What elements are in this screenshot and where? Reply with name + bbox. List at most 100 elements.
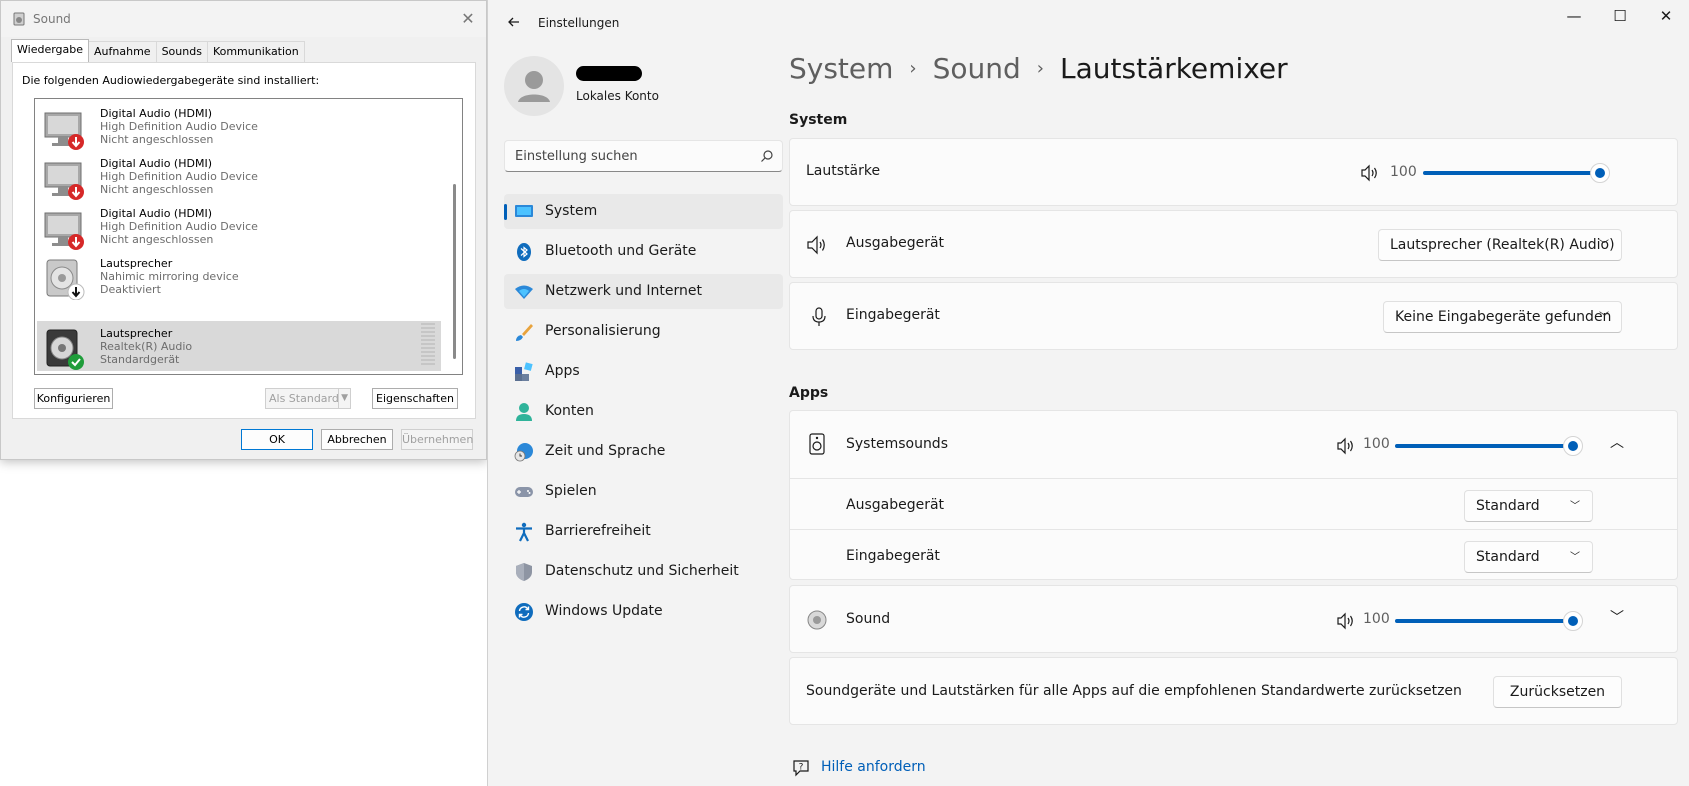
- help-link[interactable]: Hilfe anfordern: [821, 759, 926, 775]
- input-device-dropdown[interactable]: Keine Eingabegeräte gefunden ﹀: [1383, 301, 1622, 333]
- volume-slider-track[interactable]: [1423, 171, 1600, 175]
- sidebar-item-label: Konten: [545, 403, 594, 419]
- sidebar-item-accounts[interactable]: Konten: [504, 394, 783, 429]
- breadcrumb-sound[interactable]: Sound: [933, 52, 1021, 85]
- bluetooth-icon: [517, 243, 531, 261]
- scrollbar[interactable]: [453, 184, 456, 359]
- device-driver: High Definition Audio Device: [100, 220, 258, 233]
- chevron-down-icon: ﹀: [1599, 240, 1609, 251]
- device-name: Digital Audio (HDMI): [100, 107, 212, 120]
- sidebar-item-apps[interactable]: Apps: [504, 354, 783, 389]
- page-title: Lautstärkemixer: [1060, 52, 1288, 85]
- minimize-icon[interactable]: —: [1551, 4, 1597, 28]
- sound-app-slider-thumb[interactable]: [1563, 611, 1583, 631]
- volume-icon[interactable]: [1336, 437, 1356, 455]
- list-item[interactable]: Digital Audio (HDMI) High Definition Aud…: [37, 201, 441, 251]
- list-item[interactable]: Lautsprecher Realtek(R) Audio Standardge…: [37, 321, 441, 371]
- speaker-box-icon: [809, 433, 825, 455]
- sidebar-item-bluetooth[interactable]: Bluetooth und Geräte: [504, 234, 783, 269]
- list-item[interactable]: Lautsprecher Nahimic mirroring device De…: [37, 251, 441, 301]
- divider: [790, 529, 1677, 530]
- sidebar-item-label: Windows Update: [545, 603, 663, 619]
- sound-dialog: Sound ✕ Wiedergabe Aufnahme Sounds Kommu…: [0, 0, 487, 460]
- tab-kommunikation[interactable]: Kommunikation: [206, 41, 305, 62]
- speaker-app-icon: [807, 610, 827, 630]
- systemsounds-input-dropdown[interactable]: Standard ﹀: [1464, 541, 1593, 573]
- sidebar-item-system[interactable]: System: [504, 194, 783, 229]
- dialog-tabs: Wiedergabe Aufnahme Sounds Kommunikation: [11, 39, 305, 62]
- window-title: Einstellungen: [538, 16, 620, 30]
- sound-app-slider-track[interactable]: [1395, 619, 1573, 623]
- chevron-up-icon[interactable]: ︿: [1610, 432, 1624, 452]
- close-icon[interactable]: ✕: [1643, 4, 1689, 28]
- back-arrow-icon[interactable]: [504, 12, 524, 32]
- sidebar-item-gaming[interactable]: Spielen: [504, 474, 783, 509]
- sidebar-item-network[interactable]: Netzwerk und Internet: [504, 274, 783, 309]
- cancel-button[interactable]: Abbrechen: [321, 429, 393, 450]
- update-icon: [515, 603, 533, 621]
- volume-icon[interactable]: [1336, 612, 1356, 630]
- sidebar-item-label: Bluetooth und Geräte: [545, 243, 697, 259]
- search-icon[interactable]: [760, 149, 774, 163]
- output-device-label: Ausgabegerät: [846, 235, 945, 251]
- help-icon: ?: [793, 760, 809, 777]
- reset-button[interactable]: Zurücksetzen: [1493, 676, 1622, 708]
- sidebar-item-personalization[interactable]: Personalisierung: [504, 314, 783, 349]
- list-item[interactable]: Digital Audio (HDMI) High Definition Aud…: [37, 101, 441, 151]
- sidebar-item-label: Netzwerk und Internet: [545, 283, 702, 299]
- device-list[interactable]: Digital Audio (HDMI) High Definition Aud…: [34, 98, 463, 375]
- sidebar-item-privacy[interactable]: Datenschutz und Sicherheit: [504, 554, 783, 589]
- properties-button[interactable]: Eigenschaften: [372, 388, 458, 409]
- avatar[interactable]: [504, 56, 564, 116]
- chevron-down-icon[interactable]: ﹀: [1610, 607, 1624, 627]
- redacted-name: [576, 66, 642, 81]
- sidebar-item-windows-update[interactable]: Windows Update: [504, 594, 783, 629]
- svg-text:?: ?: [799, 763, 804, 773]
- set-default-button[interactable]: Als Standard ▼: [265, 388, 351, 409]
- section-title-apps: Apps: [789, 385, 829, 401]
- systemsounds-slider-track[interactable]: [1395, 444, 1573, 448]
- device-status: Standardgerät: [100, 353, 180, 366]
- volume-value: 100: [1390, 164, 1417, 180]
- systemsounds-input-value: Standard: [1476, 549, 1540, 565]
- apply-button[interactable]: Übernehmen: [401, 429, 473, 450]
- monitor-icon: [44, 112, 84, 150]
- device-driver: High Definition Audio Device: [100, 170, 258, 183]
- tab-sounds[interactable]: Sounds: [155, 41, 208, 62]
- search-box[interactable]: [504, 140, 783, 172]
- sidebar-item-accessibility[interactable]: Barrierefreiheit: [504, 514, 783, 549]
- close-icon[interactable]: ✕: [458, 9, 478, 29]
- dropdown-arrow-icon[interactable]: ▼: [338, 389, 348, 408]
- device-driver: Realtek(R) Audio: [100, 340, 193, 353]
- output-device-dropdown[interactable]: Lautsprecher (Realtek(R) Audio) ﹀: [1378, 229, 1622, 261]
- maximize-icon[interactable]: ☐: [1597, 4, 1643, 28]
- sound-app-label: Sound: [846, 611, 891, 627]
- tab-wiedergabe[interactable]: Wiedergabe: [11, 39, 90, 62]
- systemsounds-output-dropdown[interactable]: Standard ﹀: [1464, 490, 1593, 522]
- list-item[interactable]: Digital Audio (HDMI) High Definition Aud…: [37, 151, 441, 201]
- tab-aufnahme[interactable]: Aufnahme: [88, 41, 157, 62]
- systemsounds-volume-value: 100: [1363, 436, 1390, 452]
- sidebar-item-time-language[interactable]: Zeit und Sprache: [504, 434, 783, 469]
- volume-icon[interactable]: [1360, 164, 1380, 182]
- volume-card: Lautstärke 100: [789, 138, 1678, 206]
- breadcrumb-system[interactable]: System: [789, 52, 893, 85]
- systemsounds-slider-thumb[interactable]: [1563, 436, 1583, 456]
- chevron-right-icon: ›: [1036, 58, 1044, 79]
- ok-button[interactable]: OK: [241, 429, 313, 450]
- sidebar-item-label: Barrierefreiheit: [545, 523, 651, 539]
- search-input[interactable]: [505, 141, 745, 171]
- input-device-card: Eingabegerät Keine Eingabegeräte gefunde…: [789, 282, 1678, 350]
- system-icon: [515, 205, 533, 217]
- systemsounds-output-value: Standard: [1476, 498, 1540, 514]
- speaker-volume-icon: [807, 235, 825, 255]
- monitor-icon: [44, 162, 84, 200]
- gamepad-icon: [515, 487, 533, 497]
- level-meter: [421, 323, 435, 367]
- chevron-down-icon: ﹀: [1599, 312, 1609, 323]
- systemsounds-output-label: Ausgabegerät: [846, 497, 945, 513]
- configure-button[interactable]: Konfigurieren: [34, 388, 113, 409]
- volume-slider-thumb[interactable]: [1590, 163, 1610, 183]
- divider: [790, 478, 1677, 479]
- sidebar-item-label: Apps: [545, 363, 580, 379]
